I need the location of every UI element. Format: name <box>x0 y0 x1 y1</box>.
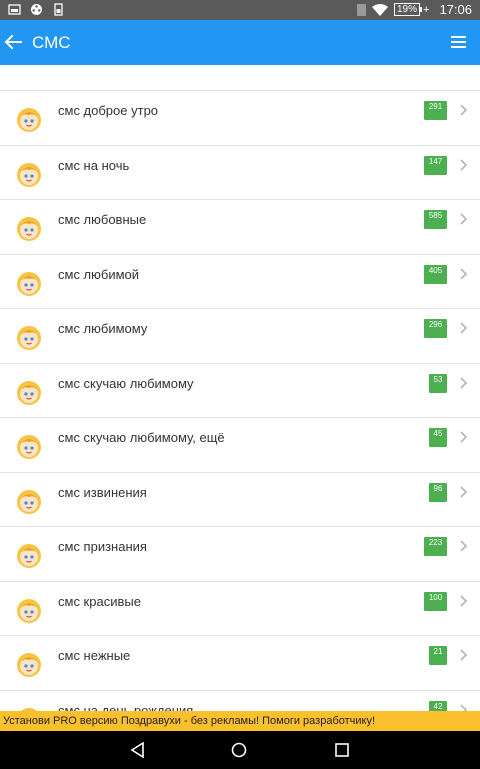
chevron-right-icon <box>458 212 468 225</box>
chevron-right-icon <box>458 648 468 661</box>
list-item-label: смс любимой <box>58 266 140 282</box>
avatar-icon <box>15 214 43 242</box>
count-badge: 147 <box>424 155 447 175</box>
list-item[interactable]: смс извинения 96 <box>0 473 480 527</box>
reel-icon <box>31 4 42 15</box>
wifi-icon <box>372 3 388 16</box>
nav-back-icon[interactable] <box>130 742 146 758</box>
page-title: СМС <box>32 33 71 52</box>
count-badge: 53 <box>429 373 447 393</box>
count-badge: 405 <box>424 264 447 284</box>
avatar-icon <box>15 432 43 460</box>
chevron-right-icon <box>458 539 468 552</box>
chevron-right-icon <box>458 267 468 280</box>
list-item-label: смс скучаю любимому, ещё <box>58 430 225 445</box>
charging-icon: + <box>423 3 430 16</box>
list-item-label: смс любимому <box>58 321 148 336</box>
chevron-right-icon <box>458 430 468 443</box>
avatar-icon <box>15 323 43 351</box>
list-item[interactable]: смс на ночь 147 <box>0 146 480 200</box>
list-item-label: смс нежные <box>58 648 131 663</box>
battery-cap <box>420 7 423 12</box>
list-item[interactable]: смс доброе утро 291 <box>0 91 480 146</box>
count-badge: 296 <box>424 319 447 338</box>
list-item-label: смс извинения <box>58 484 147 500</box>
chevron-right-icon <box>458 594 468 607</box>
status-bar: 19% + 17:06 <box>0 0 480 20</box>
count-badge: 223 <box>424 537 447 556</box>
list-item[interactable]: смс скучаю любимому 53 <box>0 364 480 418</box>
avatar-icon <box>15 596 43 624</box>
list-item-label: смс красивые <box>58 593 141 609</box>
avatar-icon <box>15 650 43 678</box>
list-item[interactable]: смс любовные 585 <box>0 200 480 255</box>
chevron-right-icon <box>458 103 468 116</box>
avatar-icon <box>15 105 43 133</box>
menu-icon[interactable] <box>451 36 466 48</box>
avatar-icon <box>15 269 43 297</box>
list-item[interactable]: смс любимой 405 <box>0 255 480 309</box>
list-item-label: смс на ночь <box>58 157 130 173</box>
avatar-icon <box>15 487 43 515</box>
count-badge: 291 <box>424 101 447 120</box>
gallery-icon <box>8 4 21 15</box>
clock: 17:06 <box>439 2 472 17</box>
avatar-icon <box>15 541 43 569</box>
count-badge: 585 <box>424 210 447 229</box>
navigation-bar <box>0 731 480 769</box>
avatar-icon <box>15 160 43 188</box>
memory-card-icon <box>54 3 63 16</box>
app-bar: СМС <box>0 20 480 65</box>
category-list: смс доброе утро 291 смс на ночь 147 смс лю… <box>0 90 480 745</box>
count-badge: 21 <box>429 646 447 665</box>
chevron-right-icon <box>458 376 468 389</box>
list-item[interactable]: смс скучаю любимому, ещё 45 <box>0 418 480 473</box>
count-badge: 45 <box>429 428 447 447</box>
battery-indicator: 19% + <box>394 3 429 16</box>
promo-banner[interactable]: Установи PRO версию Поздравухи - без рек… <box>0 711 480 731</box>
count-badge: 100 <box>424 591 447 611</box>
sim-icon <box>357 3 366 16</box>
list-item-label: смс доброе утро <box>58 103 159 118</box>
chevron-right-icon <box>458 485 468 498</box>
list-item[interactable]: смс любимому 296 <box>0 309 480 364</box>
list-spacer <box>0 65 480 90</box>
nav-recents-icon[interactable] <box>335 743 349 757</box>
count-badge: 96 <box>429 482 447 502</box>
avatar-icon <box>15 378 43 406</box>
list-item-label: смс признания <box>58 539 147 554</box>
nav-home-icon[interactable] <box>231 742 247 758</box>
list-item-label: смс скучаю любимому <box>58 375 194 391</box>
list-item[interactable]: смс нежные 21 <box>0 636 480 691</box>
back-arrow-icon[interactable] <box>2 31 24 53</box>
chevron-right-icon <box>458 158 468 171</box>
list-item[interactable]: смс красивые 100 <box>0 582 480 636</box>
battery-level: 19% <box>397 4 418 15</box>
chevron-right-icon <box>458 321 468 334</box>
list-item[interactable]: смс признания 223 <box>0 527 480 582</box>
list-item-label: смс любовные <box>58 212 147 227</box>
